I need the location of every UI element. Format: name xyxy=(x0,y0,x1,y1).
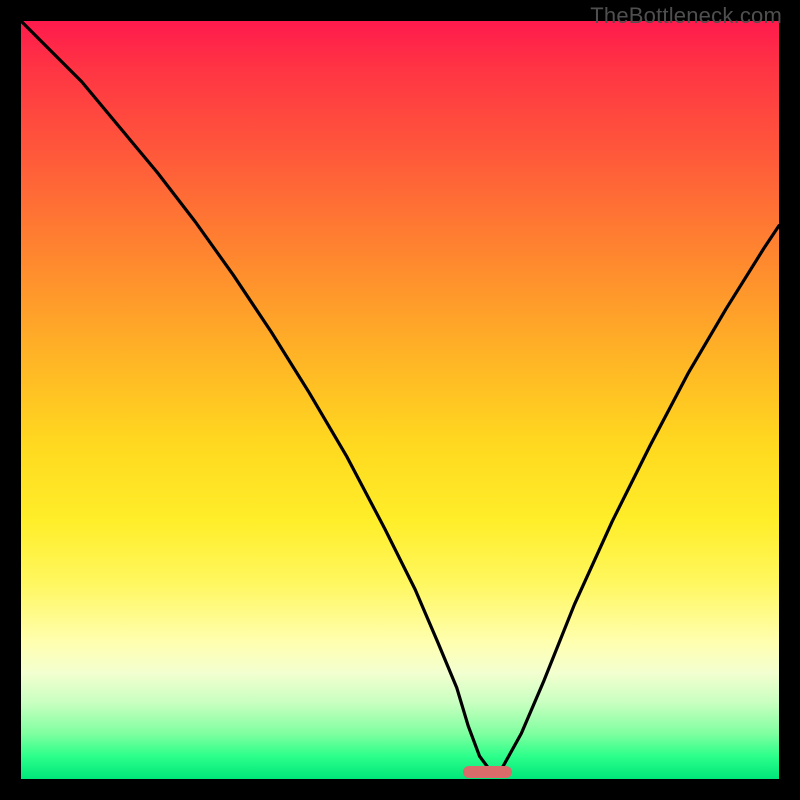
optimum-marker xyxy=(463,766,512,778)
attribution-watermark: TheBottleneck.com xyxy=(590,3,782,29)
plot-area xyxy=(21,21,779,779)
bottleneck-curve xyxy=(21,21,779,779)
chart-container: TheBottleneck.com xyxy=(0,0,800,800)
